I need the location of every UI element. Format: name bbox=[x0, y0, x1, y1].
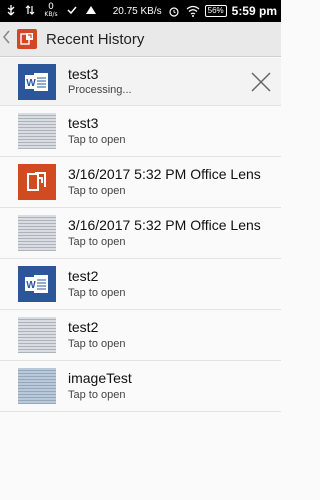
item-title: test2 bbox=[68, 319, 99, 335]
list-item[interactable]: W test2 Tap to open bbox=[0, 259, 281, 310]
office-lens-icon bbox=[18, 164, 56, 200]
item-status: Tap to open bbox=[68, 338, 126, 350]
item-title: imageTest bbox=[68, 370, 132, 386]
item-title: 3/16/2017 5:32 PM Office Lens bbox=[68, 166, 261, 182]
kb-unit: KB/s bbox=[44, 10, 58, 18]
scanned-page-thumbnail bbox=[18, 215, 56, 251]
notification-check-icon bbox=[65, 3, 79, 17]
word-doc-icon: W bbox=[18, 64, 56, 100]
usb-icon bbox=[4, 3, 18, 17]
battery-indicator: 56% bbox=[204, 5, 227, 17]
wifi-icon bbox=[186, 4, 200, 18]
badge-icon bbox=[84, 3, 98, 17]
network-speed: 0 KB/s bbox=[42, 2, 60, 18]
app-bar: Recent History bbox=[0, 22, 281, 57]
scanned-page-thumbnail bbox=[18, 113, 56, 149]
list-item[interactable]: 3/16/2017 5:32 PM Office Lens Tap to ope… bbox=[0, 157, 281, 208]
list-item[interactable]: W test3 Processing... bbox=[0, 58, 281, 106]
item-status: Processing... bbox=[68, 84, 132, 96]
item-status: Tap to open bbox=[68, 287, 126, 299]
clock: 5:59 pm bbox=[231, 4, 277, 18]
data-speed: 20.75 KB/s bbox=[112, 5, 162, 17]
alarm-icon bbox=[167, 4, 181, 18]
scanned-page-thumbnail bbox=[18, 368, 56, 404]
item-title: 3/16/2017 5:32 PM Office Lens bbox=[68, 217, 261, 233]
item-title: test3 bbox=[68, 66, 99, 82]
svg-text:W: W bbox=[26, 280, 36, 291]
status-bar: 0 KB/s 20.75 KB/s 56% 5:59 pm bbox=[0, 0, 281, 22]
scanned-page-thumbnail bbox=[18, 317, 56, 353]
item-status: Tap to open bbox=[68, 134, 126, 146]
item-status: Tap to open bbox=[68, 389, 126, 401]
close-icon[interactable] bbox=[249, 70, 273, 94]
page-title: Recent History bbox=[46, 30, 145, 48]
back-chevron-icon[interactable] bbox=[2, 30, 15, 48]
list-item[interactable]: test3 Tap to open bbox=[0, 106, 281, 157]
office-lens-logo-icon[interactable] bbox=[17, 29, 37, 49]
list-item[interactable]: test2 Tap to open bbox=[0, 310, 281, 361]
item-title: test3 bbox=[68, 115, 99, 131]
word-doc-icon: W bbox=[18, 266, 56, 302]
item-status: Tap to open bbox=[68, 236, 126, 248]
svg-text:W: W bbox=[26, 78, 36, 89]
list-item[interactable]: imageTest Tap to open bbox=[0, 361, 281, 412]
item-title: test2 bbox=[68, 268, 99, 284]
item-status: Tap to open bbox=[68, 185, 126, 197]
list-item[interactable]: 3/16/2017 5:32 PM Office Lens Tap to ope… bbox=[0, 208, 281, 259]
upload-arrows-icon bbox=[23, 3, 37, 17]
history-list: W test3 Processing... test3 Tap to open … bbox=[0, 58, 281, 412]
